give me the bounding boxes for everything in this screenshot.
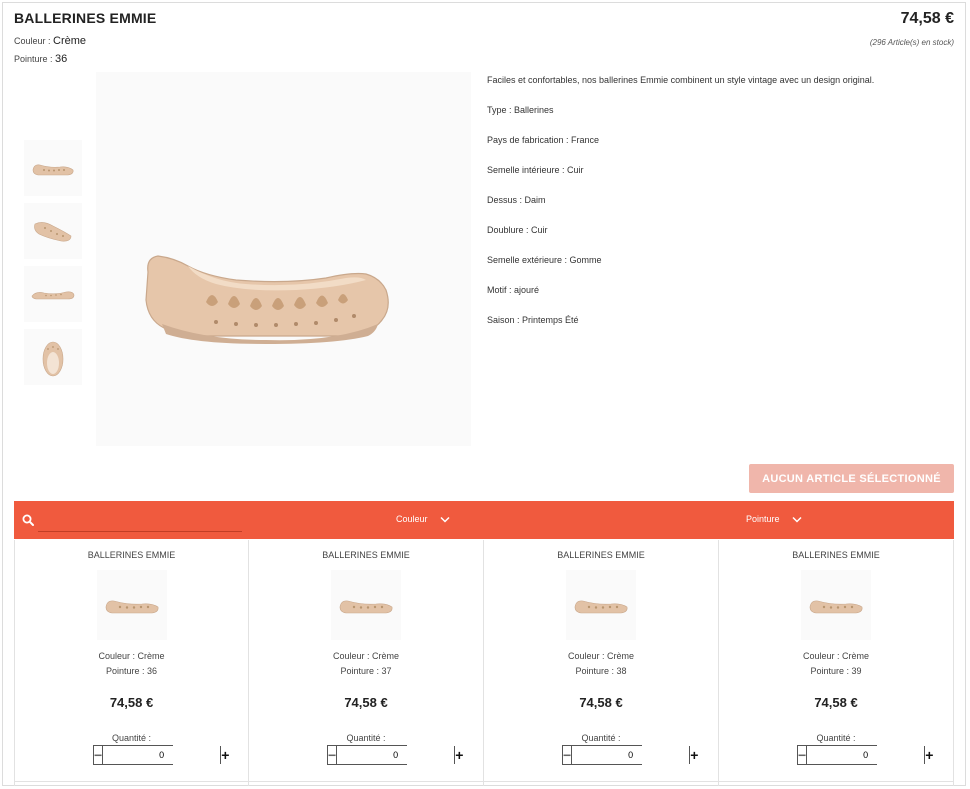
quantity-input[interactable]	[807, 746, 925, 764]
spec-pattern: Motif : ajouré	[487, 285, 540, 295]
variant-card-39: BALLERINES EMMIE Couleur : Crème Pointur…	[719, 540, 954, 786]
card-divider	[719, 781, 953, 782]
couleur-value: Crème	[53, 35, 87, 47]
variant-pointure: Pointure : 39	[810, 666, 862, 676]
variant-pointure: Pointure : 38	[575, 666, 627, 676]
plus-icon[interactable]: +	[220, 746, 230, 764]
thumbnail-side[interactable]	[24, 140, 82, 196]
product-description: Faciles et confortables, nos ballerines …	[487, 74, 937, 344]
shoe-image	[105, 600, 159, 614]
shoe-image	[145, 255, 389, 344]
pointure-value: 36	[55, 53, 68, 65]
variant-card-38: BALLERINES EMMIE Couleur : Crème Pointur…	[484, 540, 719, 786]
variant-image	[97, 570, 167, 640]
plus-icon[interactable]: +	[924, 746, 934, 764]
couleur-filter-dropdown[interactable]: Couleur	[396, 514, 450, 524]
description-intro: Faciles et confortables, nos ballerines …	[487, 75, 875, 85]
quantity-stepper: − +	[797, 745, 934, 765]
plus-icon[interactable]: +	[689, 746, 699, 764]
quantity-stepper: − +	[327, 745, 464, 765]
quantity-stepper: − +	[93, 745, 230, 765]
spec-insole: Semelle intérieure : Cuir	[487, 165, 584, 175]
shoe-image	[42, 341, 64, 377]
variant-couleur: Couleur : Crème	[332, 651, 400, 661]
variant-image	[331, 570, 401, 640]
search-icon	[22, 514, 34, 526]
plus-icon[interactable]: +	[454, 746, 464, 764]
variant-couleur: Couleur : Crème	[567, 651, 635, 661]
variant-image	[801, 570, 871, 640]
quantity-input[interactable]	[572, 746, 690, 764]
minus-icon[interactable]: −	[563, 746, 573, 764]
variant-price: 74,58 €	[814, 695, 858, 710]
quantity-stepper: − +	[562, 745, 699, 765]
variant-name: BALLERINES EMMIE	[87, 550, 176, 560]
minus-icon[interactable]: −	[328, 746, 338, 764]
shoe-image	[574, 600, 628, 614]
search-input[interactable]	[38, 508, 242, 532]
chevron-down-icon	[440, 516, 450, 523]
spec-type: Type : Ballerines	[487, 105, 554, 115]
shoe-image	[809, 600, 863, 614]
card-divider	[249, 781, 483, 782]
variant-name: BALLERINES EMMIE	[322, 550, 410, 560]
add-to-cart-button[interactable]: AUCUN ARTICLE SÉLECTIONNÉ	[749, 464, 954, 493]
shoe-image	[31, 291, 75, 300]
filter-bar: Couleur Pointure	[14, 501, 954, 539]
card-divider	[484, 781, 718, 782]
shoe-image	[32, 164, 74, 176]
variant-price: 74,58 €	[109, 695, 154, 710]
shoe-image	[339, 600, 393, 614]
main-product-image	[96, 72, 471, 446]
variant-price: 74,58 €	[344, 695, 388, 710]
spec-lining: Doublure : Cuir	[487, 225, 548, 235]
pointure-filter-label: Pointure	[746, 514, 780, 524]
couleur-filter-label: Couleur	[396, 514, 428, 524]
variant-grid: BALLERINES EMMIE Couleur : Crème Pointur…	[14, 540, 954, 786]
variant-price: 74,58 €	[579, 695, 623, 710]
shoe-image	[34, 222, 72, 242]
thumbnail-list	[24, 140, 82, 392]
quantity-input[interactable]	[103, 746, 221, 764]
variant-name: BALLERINES EMMIE	[792, 550, 880, 560]
stock-info: (296 Article(s) en stock)	[869, 38, 954, 47]
variant-image	[566, 570, 636, 640]
spec-outsole: Semelle extérieure : Gomme	[487, 255, 602, 265]
spec-country: Pays de fabrication : France	[487, 135, 600, 145]
thumbnail-front[interactable]	[24, 329, 82, 385]
quantity-label: Quantité :	[346, 733, 386, 743]
quantity-label: Quantité :	[581, 733, 621, 743]
minus-icon[interactable]: −	[798, 746, 808, 764]
variant-name: BALLERINES EMMIE	[557, 550, 645, 560]
couleur-label: Couleur :	[14, 36, 54, 46]
chevron-down-icon	[792, 516, 802, 523]
variant-card-37: BALLERINES EMMIE Couleur : Crème Pointur…	[249, 540, 484, 786]
variant-couleur: Couleur : Crème	[802, 651, 870, 661]
quantity-label: Quantité :	[111, 733, 152, 743]
minus-icon[interactable]: −	[94, 746, 104, 764]
thumbnail-profile[interactable]	[24, 266, 82, 322]
product-pointure: Pointure : 36	[14, 53, 67, 65]
variant-card-36: BALLERINES EMMIE Couleur : Crème Pointur…	[14, 540, 249, 786]
quantity-label: Quantité :	[816, 733, 856, 743]
product-title: BALLERINES EMMIE	[14, 10, 157, 26]
quantity-input[interactable]	[337, 746, 455, 764]
variant-pointure: Pointure : 37	[340, 666, 392, 676]
spec-season: Saison : Printemps Été	[487, 315, 579, 325]
spec-upper: Dessus : Daim	[487, 195, 546, 205]
pointure-filter-dropdown[interactable]: Pointure	[746, 514, 802, 524]
variant-couleur: Couleur : Crème	[98, 651, 165, 661]
product-couleur: Couleur : Crème	[14, 35, 86, 47]
pointure-label: Pointure :	[14, 54, 56, 64]
product-price: 74,58 €	[900, 10, 954, 27]
thumbnail-angle[interactable]	[24, 203, 82, 259]
variant-pointure: Pointure : 36	[105, 666, 158, 676]
card-divider	[15, 781, 248, 782]
